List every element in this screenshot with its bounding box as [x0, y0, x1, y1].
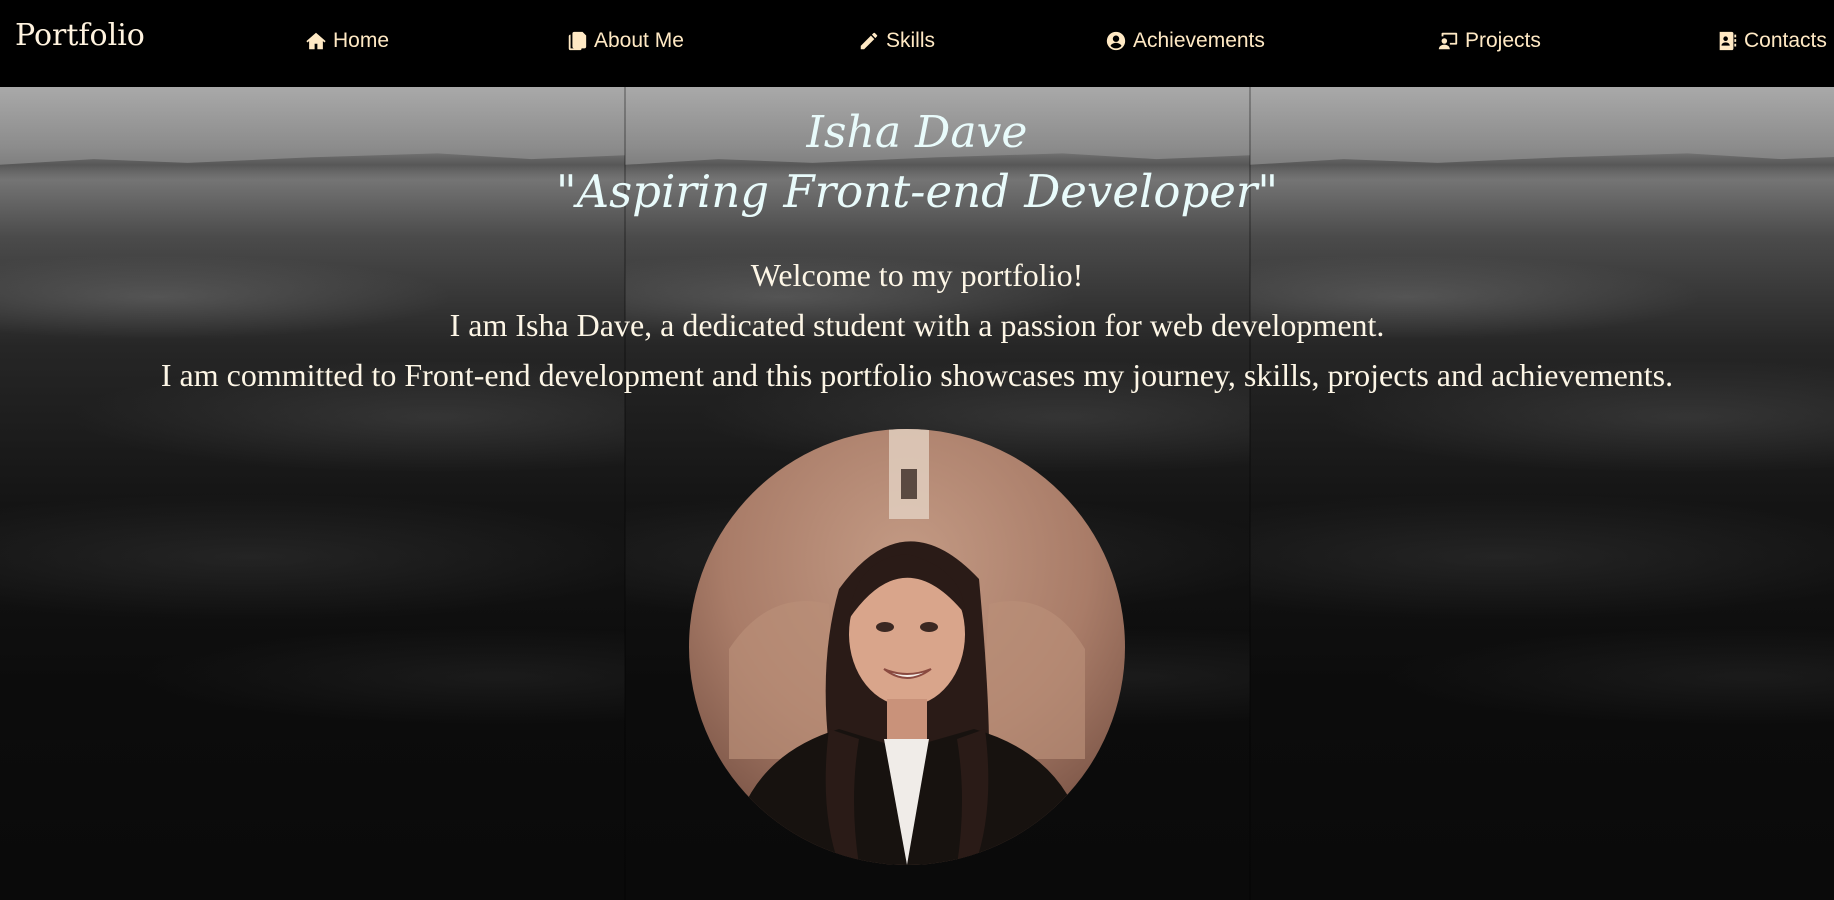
brand-logo[interactable]: Portfolio — [15, 18, 145, 53]
nav-about-me[interactable]: About Me — [566, 27, 684, 55]
nav-home-label: Home — [333, 29, 390, 52]
user-circle-icon — [1106, 31, 1126, 51]
pencil-icon — [860, 32, 878, 50]
nav-achievements[interactable]: Achievements — [1105, 27, 1265, 55]
intro-line: I am Isha Dave, a dedicated student with… — [449, 307, 1385, 343]
presentation-icon — [1438, 32, 1458, 50]
hero-name: Isha Dave — [806, 107, 1028, 158]
intro-line: Welcome to my portfolio! — [750, 257, 1084, 293]
nav-achievements-label: Achievements — [1133, 29, 1265, 52]
intro-line: I am committed to Front-end development … — [160, 357, 1674, 393]
copy-icon — [568, 31, 587, 51]
profile-photo-illustration — [689, 429, 1125, 865]
nav-projects-label: Projects — [1465, 29, 1541, 52]
hero-section: Isha Dave "Aspiring Front-end Developer"… — [0, 87, 1834, 900]
nav-skills-label: Skills — [886, 29, 936, 52]
nav-home[interactable]: Home — [305, 27, 389, 55]
top-navbar: Portfolio Home About Me Skills Achieveme… — [0, 0, 1834, 87]
address-book-icon — [1719, 31, 1737, 51]
home-icon — [306, 32, 326, 50]
nav-about-me-label: About Me — [594, 29, 684, 52]
profile-photo — [689, 429, 1125, 865]
nav-projects[interactable]: Projects — [1437, 27, 1541, 55]
nav-skills[interactable]: Skills — [858, 27, 935, 55]
nav-contacts-label: Contacts — [1744, 29, 1827, 52]
nav-contacts[interactable]: Contacts — [1716, 27, 1827, 55]
hero-tagline: "Aspiring Front-end Developer" — [555, 165, 1279, 218]
